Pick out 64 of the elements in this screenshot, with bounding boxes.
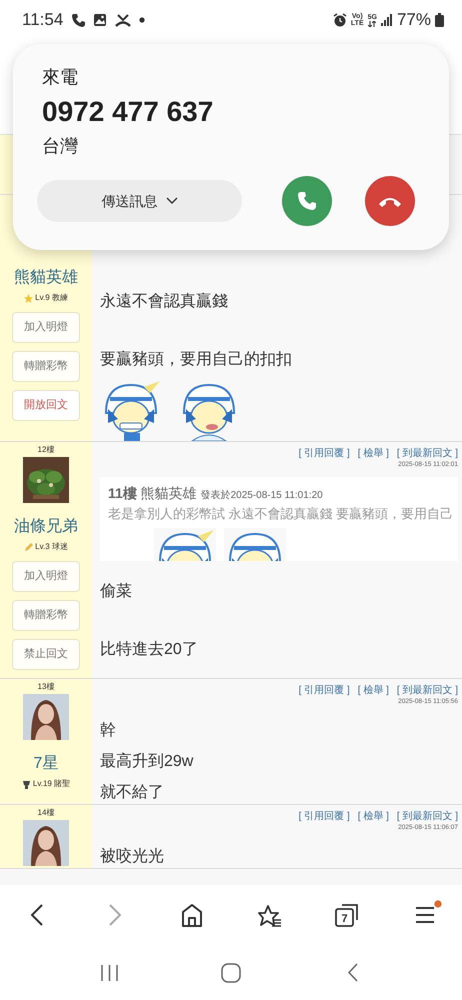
post-link[interactable]: [ 引用回覆 ] <box>298 446 350 461</box>
phone-icon <box>296 190 318 212</box>
status-time: 11:54 <box>22 9 64 32</box>
missed-call-icon <box>115 13 132 27</box>
post-text: 偷菜 <box>100 582 133 602</box>
pencil-icon <box>24 542 34 552</box>
action-button[interactable]: 禁止回文 <box>12 639 80 670</box>
post-text: 幹 <box>100 720 117 741</box>
post-link[interactable]: [ 檢舉 ] <box>358 683 389 698</box>
quote-floor: 11樓 <box>108 485 137 501</box>
post-link[interactable]: [ 引用回覆 ] <box>298 683 350 698</box>
dot-icon <box>139 17 146 23</box>
menu-icon[interactable] <box>414 906 435 924</box>
floor-number: 13樓 <box>38 682 54 692</box>
decline-button[interactable] <box>365 176 415 226</box>
answer-button[interactable] <box>282 176 332 226</box>
alarm-icon <box>332 13 347 27</box>
quote-date: 發表於2025-08-15 11:01:20 <box>200 490 323 501</box>
action-button[interactable]: 開放回文 <box>12 390 80 421</box>
back-icon[interactable] <box>31 904 43 926</box>
action-button[interactable]: 轉贈彩幣 <box>12 351 80 382</box>
phone-icon <box>71 13 86 27</box>
post-link[interactable]: [ 檢舉 ] <box>358 809 389 824</box>
post-text: 最高升到29w <box>100 752 194 772</box>
quote-author: 熊貓英雄 <box>140 485 197 501</box>
username: 7星 <box>34 754 58 774</box>
floor-number: 14樓 <box>38 808 54 818</box>
post-text: 就不給了 <box>100 782 165 803</box>
home-icon[interactable] <box>181 903 204 927</box>
post-link[interactable]: [ 引用回覆 ] <box>298 809 350 824</box>
trophy-icon <box>22 780 31 788</box>
floor-number: 12樓 <box>38 445 54 455</box>
user-level: Lv.9 教練 <box>35 292 68 304</box>
bookmark-star-icon[interactable] <box>258 904 282 926</box>
post-text: 比特進去20了 <box>100 640 199 660</box>
post-text: 永遠不會認真贏錢 <box>100 292 229 312</box>
chevron-down-icon <box>166 197 178 205</box>
action-button[interactable]: 加入明燈 <box>12 561 80 592</box>
caller-number: 0972 477 637 <box>42 95 214 129</box>
back-nav-icon[interactable] <box>348 963 358 982</box>
call-label: 來電 <box>42 66 79 89</box>
battery-icon <box>435 13 444 27</box>
battery-percent: 77% <box>396 9 431 32</box>
post-text: 要贏豬頭，要用自己的扣扣 <box>100 350 293 370</box>
user-level: Lv.3 球迷 <box>35 541 68 553</box>
caller-location: 台灣 <box>42 135 79 158</box>
send-message-button[interactable]: 傳送訊息 <box>37 180 242 222</box>
star-icon <box>24 294 34 302</box>
home-nav-icon[interactable] <box>221 962 241 982</box>
signal-icon <box>380 14 393 26</box>
data-arrows-icon <box>368 20 376 26</box>
user-level: Lv.19 賭聖 <box>32 778 70 790</box>
post-link[interactable]: [ 到最新回文 ] <box>396 446 458 461</box>
username: 熊貓英雄 <box>14 268 78 288</box>
post-link[interactable]: [ 到最新回文 ] <box>396 683 458 698</box>
recent-apps-icon[interactable] <box>100 964 118 980</box>
action-button[interactable]: 轉贈彩幣 <box>12 600 80 631</box>
username: 油條兄弟 <box>14 517 78 537</box>
post-text: 被咬光光 <box>100 846 165 867</box>
quote-text: 老是拿別人的彩幣試 永遠不會認真贏錢 要贏豬頭，要用自己 <box>108 505 450 523</box>
image-icon <box>93 13 108 27</box>
post-link[interactable]: [ 檢舉 ] <box>358 446 389 461</box>
action-button[interactable]: 加入明燈 <box>12 312 80 343</box>
post-link[interactable]: [ 到最新回文 ] <box>396 809 458 824</box>
